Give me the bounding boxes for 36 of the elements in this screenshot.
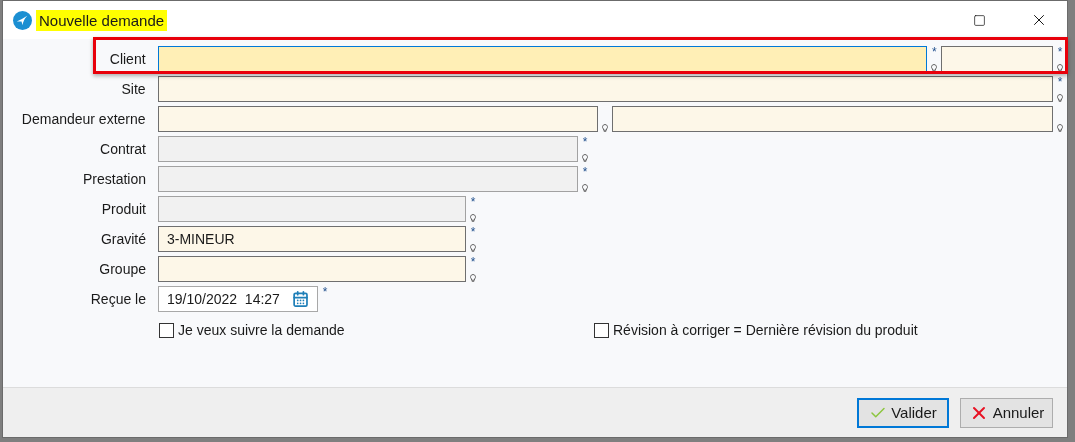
field-label: Produit bbox=[100, 201, 146, 217]
app-logo-icon bbox=[13, 10, 32, 30]
confirm-button[interactable]: Valider bbox=[857, 397, 949, 428]
input-field[interactable] bbox=[157, 76, 1054, 102]
field-label: Contrat bbox=[99, 141, 146, 157]
field-label: Groupe bbox=[98, 261, 146, 277]
input-field[interactable] bbox=[941, 46, 1054, 72]
input-field[interactable] bbox=[158, 256, 466, 282]
input-field[interactable]: 3-MINEUR bbox=[158, 226, 466, 252]
input-field[interactable] bbox=[157, 106, 599, 132]
required-mark: * bbox=[582, 166, 588, 178]
field-label: Gravité bbox=[99, 231, 146, 247]
checkbox[interactable] bbox=[159, 322, 174, 338]
checkbox-label: Révision à corriger = Dernière révision du produit bbox=[613, 322, 918, 338]
input-field[interactable] bbox=[157, 46, 928, 72]
required-mark: * bbox=[322, 286, 328, 298]
field-label: Demandeur externe bbox=[20, 111, 146, 127]
maximize-icon bbox=[972, 13, 986, 27]
checkbox[interactable] bbox=[594, 322, 609, 338]
date-field[interactable]: 19/10/2022 14:27 bbox=[158, 286, 318, 312]
field-label: Site bbox=[120, 81, 146, 97]
field-label: Client bbox=[108, 51, 146, 67]
required-mark: * bbox=[582, 136, 588, 148]
cancel-button[interactable]: Annuler bbox=[960, 397, 1053, 428]
required-mark: * bbox=[470, 226, 476, 238]
field-label: Reçue le bbox=[89, 291, 146, 307]
required-mark: * bbox=[470, 196, 476, 208]
window-title: Nouvelle demande bbox=[36, 9, 168, 31]
calendar-icon[interactable] bbox=[291, 290, 309, 308]
input-field[interactable] bbox=[612, 106, 1054, 132]
required-mark: * bbox=[932, 46, 937, 58]
checkbox-label: Je veux suivre la demande bbox=[178, 322, 345, 338]
required-mark: * bbox=[1057, 46, 1063, 58]
required-mark: * bbox=[470, 256, 476, 268]
required-mark: * bbox=[1057, 76, 1063, 88]
field-label: Prestation bbox=[81, 171, 146, 187]
